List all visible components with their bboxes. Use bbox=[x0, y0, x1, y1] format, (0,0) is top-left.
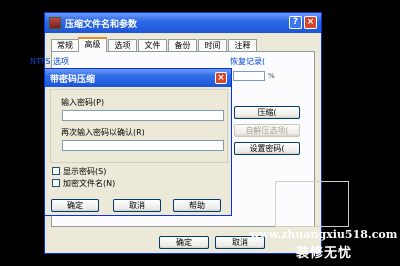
password-group-box: 输入密码(P) 再次输入密码以确认(R) bbox=[50, 89, 228, 163]
help-icon[interactable]: ? bbox=[289, 16, 302, 29]
dialog-ok-button[interactable]: 确定 bbox=[51, 199, 99, 212]
watermark-brand: 装修无忧 bbox=[296, 246, 353, 261]
options-group-box bbox=[275, 181, 349, 227]
tab-strip: 常规 高级 选项 文件 备份 时间 注释 bbox=[51, 37, 315, 52]
window-title-bar[interactable]: 压缩文件名和参数 ? × bbox=[45, 13, 321, 33]
winrar-app-icon bbox=[49, 17, 61, 29]
tab-files[interactable]: 文件 bbox=[138, 39, 167, 51]
window-title: 压缩文件名和参数 bbox=[65, 20, 138, 30]
enter-password-label: 输入密码(P) bbox=[61, 98, 105, 107]
password-input[interactable] bbox=[62, 110, 224, 121]
recovery-unit-label: % bbox=[268, 72, 275, 80]
password-dialog: 带密码压缩 × 输入密码(P) 再次输入密码以确认(R) 显示密码(S) 加密文… bbox=[44, 68, 232, 216]
dialog-close-icon[interactable]: × bbox=[215, 72, 227, 84]
dialog-cancel-button[interactable]: 取消 bbox=[113, 199, 161, 212]
reenter-password-label: 再次输入密码以确认(R) bbox=[61, 128, 145, 137]
tab-options[interactable]: 选项 bbox=[108, 39, 137, 51]
ntfs-options-label: NTFS 选项 bbox=[30, 57, 69, 66]
recovery-record-input[interactable] bbox=[233, 71, 265, 81]
dialog-title-bar[interactable]: 带密码压缩 × bbox=[45, 69, 231, 87]
encrypt-filenames-checkbox[interactable] bbox=[52, 179, 60, 187]
tab-general[interactable]: 常规 bbox=[51, 39, 79, 51]
tab-backup[interactable]: 备份 bbox=[168, 39, 197, 51]
show-password-checkbox[interactable] bbox=[52, 167, 60, 175]
show-password-label: 显示密码(S) bbox=[63, 167, 107, 176]
sfx-options-button: 自解压选项( bbox=[234, 124, 300, 137]
recovery-record-label: 恢复记录( bbox=[230, 57, 266, 66]
set-password-button[interactable]: 设置密码( bbox=[234, 142, 300, 155]
tab-time[interactable]: 时间 bbox=[198, 39, 227, 51]
encrypt-filenames-label: 加密文件名(N) bbox=[63, 179, 116, 188]
close-icon[interactable]: × bbox=[304, 16, 317, 29]
tab-advanced[interactable]: 高级 bbox=[78, 37, 107, 52]
confirm-password-input[interactable] bbox=[62, 140, 224, 151]
ok-button[interactable]: 确定 bbox=[159, 236, 209, 249]
compression-button[interactable]: 压缩( bbox=[234, 106, 300, 119]
watermark-url: www.zhuangxiu518.com bbox=[250, 228, 398, 241]
dialog-help-button[interactable]: 帮助 bbox=[173, 199, 221, 212]
tab-comment[interactable]: 注释 bbox=[228, 39, 257, 51]
dialog-title: 带密码压缩 bbox=[50, 75, 96, 85]
